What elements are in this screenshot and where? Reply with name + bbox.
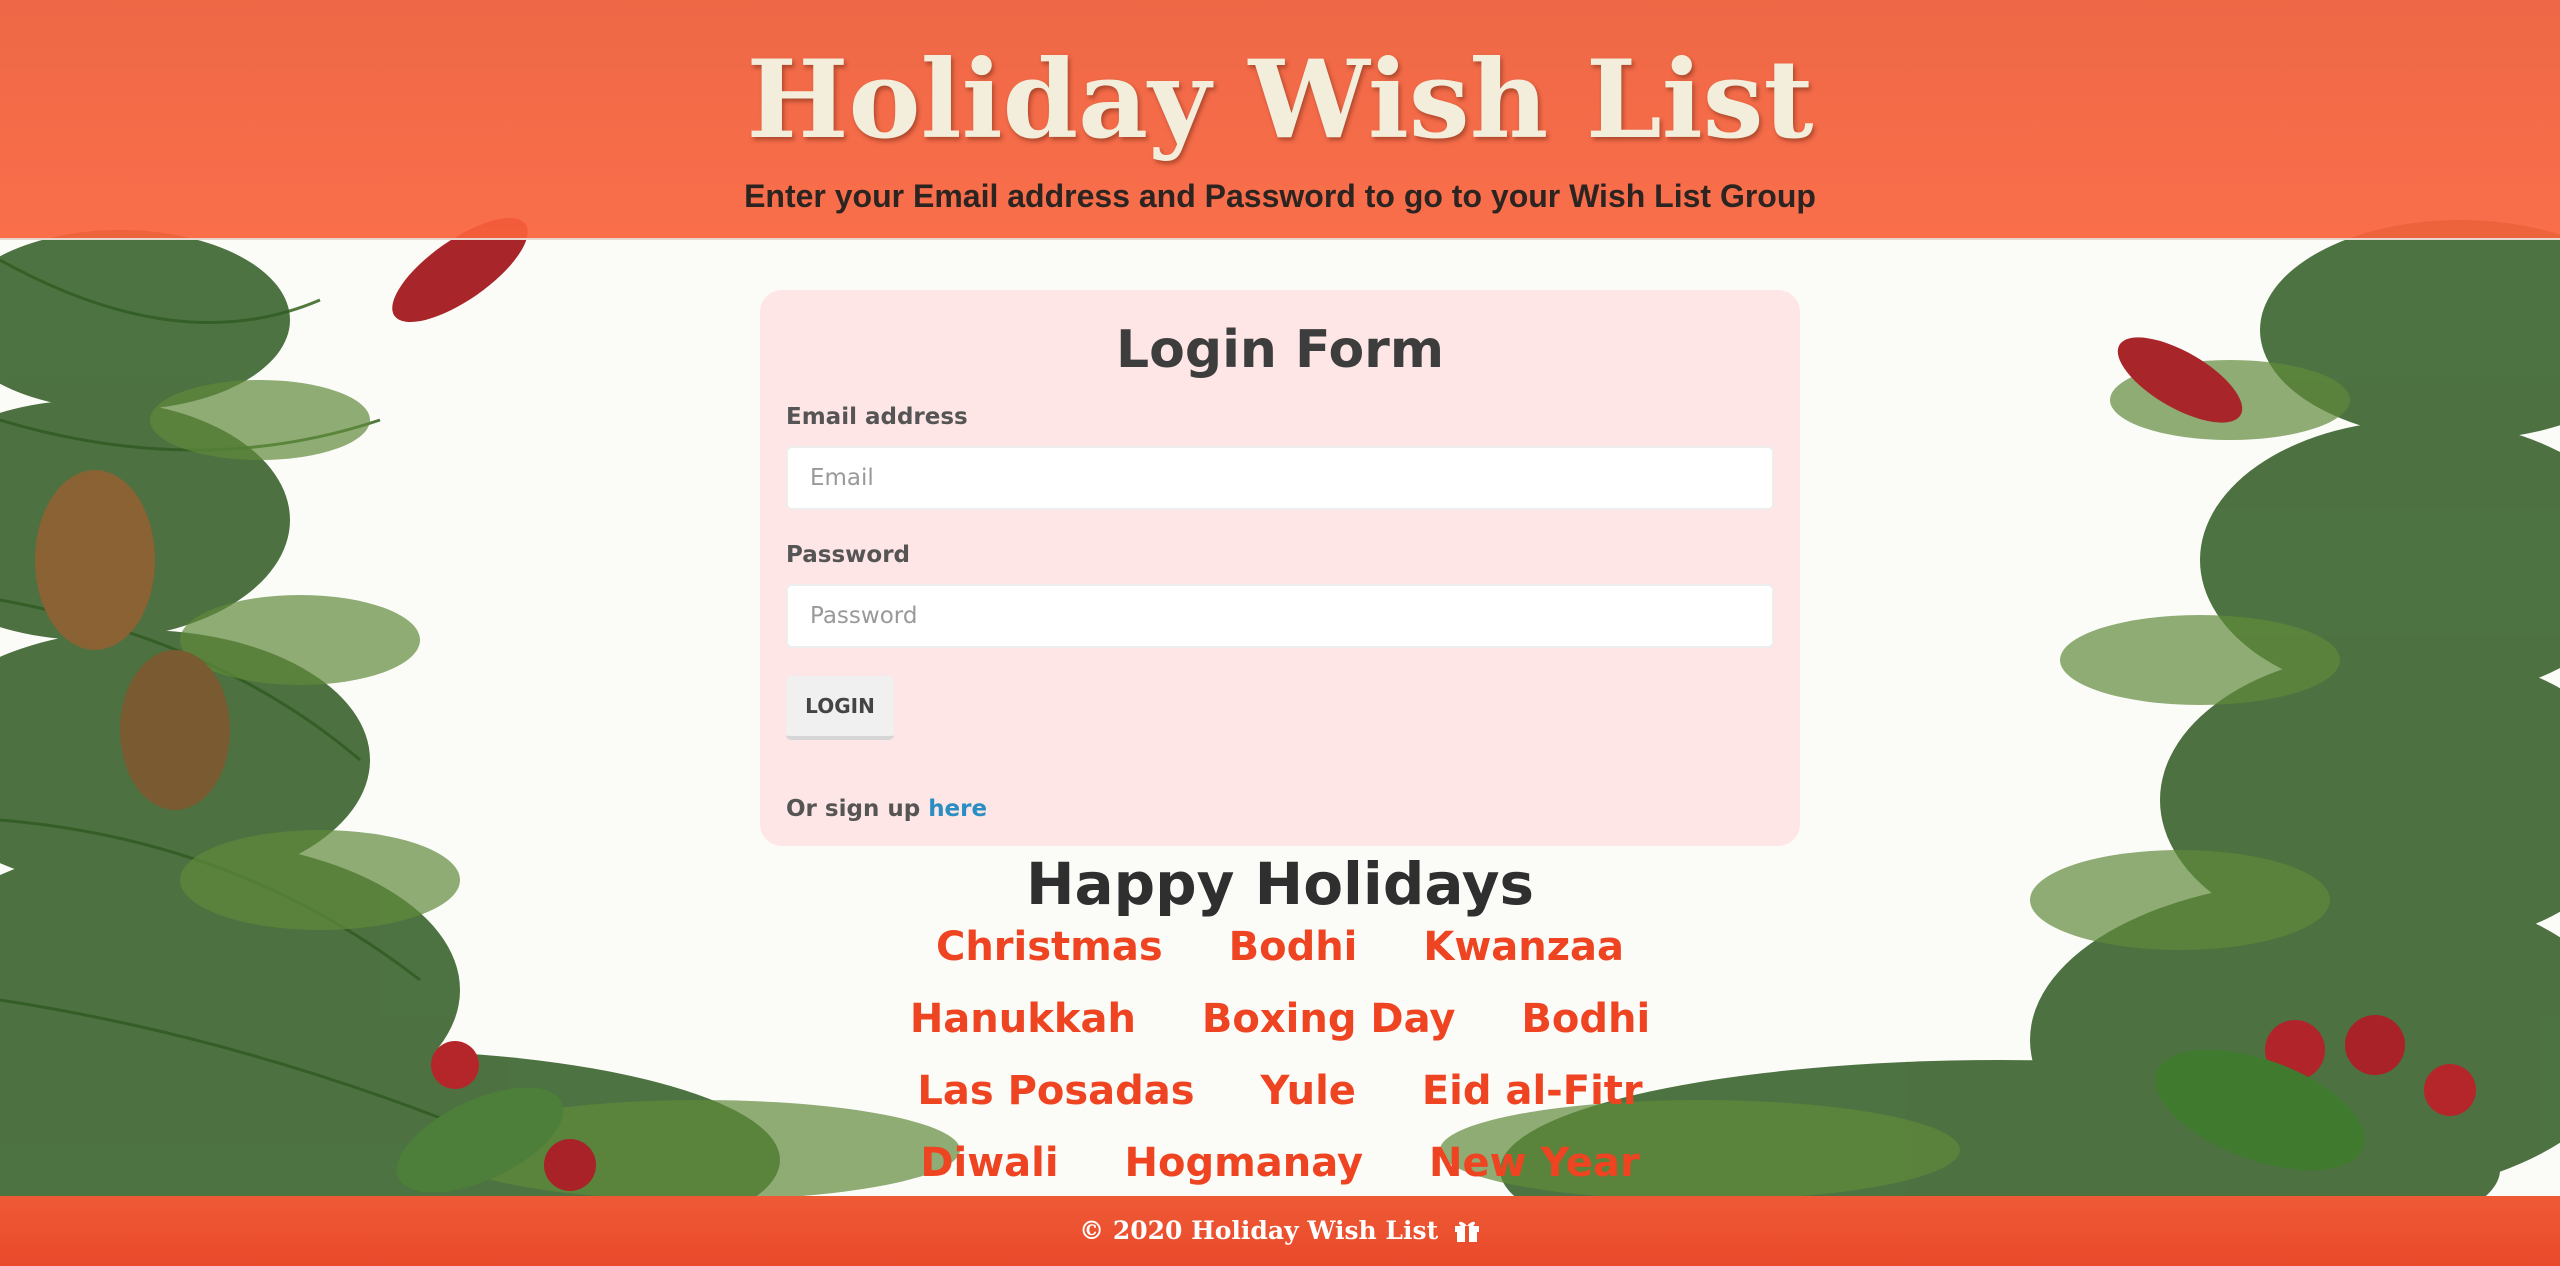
signup-prompt: Or sign up here [786,796,987,822]
holiday-name: Bodhi [1521,996,1651,1042]
login-form-title: Login Form [1116,320,1444,380]
copyright-text: © 2020 Holiday Wish List [1079,1216,1439,1245]
email-label: Email address [786,404,968,430]
holiday-row: Diwali Hogmanay New Year [0,1140,2560,1186]
holiday-name: Hogmanay [1124,1140,1364,1186]
holiday-name: Las Posadas [917,1068,1195,1114]
site-subtitle: Enter your Email address and Password to… [744,178,1816,214]
holiday-row: Christmas Bodhi Kwanzaa [0,924,2560,970]
holiday-row: Hanukkah Boxing Day Bodhi [0,996,2560,1042]
holiday-name: Boxing Day [1201,996,1456,1042]
site-footer: © 2020 Holiday Wish List [0,1196,2560,1266]
site-header: Holiday Wish List Enter your Email addre… [0,0,2560,240]
holiday-name: Eid al-Fitr [1421,1068,1643,1114]
signup-prefix: Or sign up [786,796,921,822]
password-label: Password [786,542,910,568]
login-button[interactable]: LOGIN [786,676,894,740]
login-form: Login Form Email address Password LOGIN … [760,290,1800,846]
site-title: Holiday Wish List [746,37,1814,163]
holiday-name: Hanukkah [909,996,1136,1042]
holiday-row: Las Posadas Yule Eid al-Fitr [0,1068,2560,1114]
holiday-name: Christmas [935,924,1163,970]
gift-icon [1453,1200,1481,1266]
holiday-name: Diwali [920,1140,1059,1186]
signup-link[interactable]: here [928,796,987,822]
holiday-name: Bodhi [1228,924,1358,970]
password-input[interactable] [786,584,1774,648]
email-input[interactable] [786,446,1774,510]
holiday-name: Yule [1260,1068,1356,1114]
holiday-name: New Year [1429,1140,1640,1186]
holidays-title: Happy Holidays [1025,850,1535,918]
holiday-name: Kwanzaa [1423,924,1625,970]
